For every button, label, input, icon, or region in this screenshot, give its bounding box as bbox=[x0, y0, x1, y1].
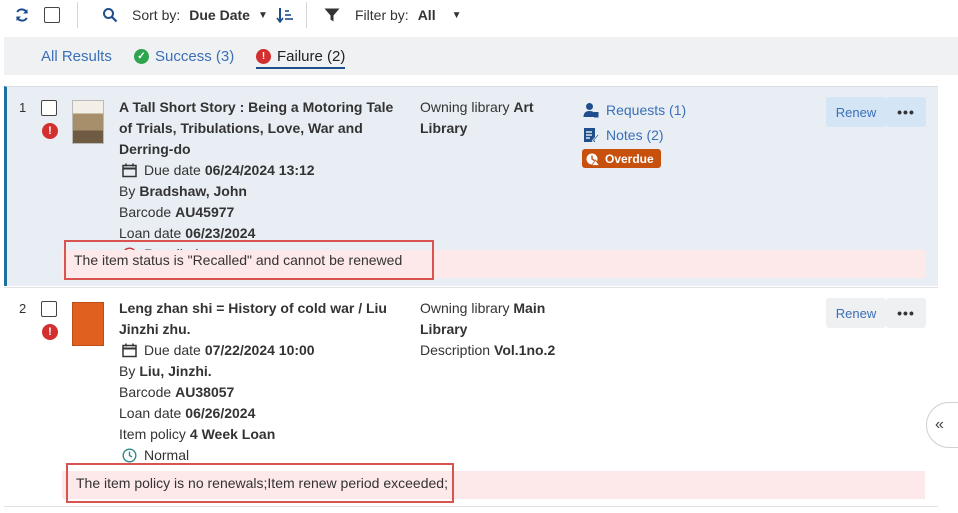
tab-label: Success (3) bbox=[155, 47, 235, 65]
tab-all-results[interactable]: All Results bbox=[41, 37, 112, 75]
barcode: Barcode AU38057 bbox=[119, 382, 409, 403]
active-tab-indicator bbox=[256, 67, 346, 69]
owning-library-label: Owning library bbox=[420, 99, 510, 115]
barcode: Barcode AU45977 bbox=[119, 202, 409, 223]
row-checkbox[interactable] bbox=[41, 100, 57, 116]
overdue-clock-icon bbox=[586, 153, 600, 166]
row-checkbox[interactable] bbox=[41, 301, 57, 317]
filter-control[interactable]: Filter by: All ▼ bbox=[324, 0, 461, 30]
due-date-label: Due date bbox=[144, 162, 201, 178]
results-toolbar: Sort by: Due Date ▼ Filter by: All ▼ bbox=[0, 0, 958, 32]
owning-library: Owning library Art Library bbox=[420, 97, 570, 139]
item-policy-label: Item policy bbox=[119, 426, 186, 442]
filter-value[interactable]: All bbox=[418, 7, 436, 23]
owning-library-label: Owning library bbox=[420, 300, 510, 316]
search-icon bbox=[103, 8, 118, 23]
owning-library: Owning library Main Library bbox=[420, 298, 570, 340]
notes-label: Notes (2) bbox=[606, 126, 664, 143]
author-value: Liu, Jinzhi. bbox=[139, 363, 212, 379]
author: By Bradshaw, John bbox=[119, 181, 409, 202]
calendar-icon bbox=[121, 343, 137, 358]
description-value: Vol.1no.2 bbox=[494, 342, 556, 358]
author-label: By bbox=[119, 363, 136, 379]
result-row[interactable]: 1 ! A Tall Short Story : Being a Motorin… bbox=[4, 86, 938, 286]
due-date: Due date 07/22/2024 10:00 bbox=[119, 340, 409, 361]
loan-date: Loan date 06/26/2024 bbox=[119, 403, 409, 424]
due-date-label: Due date bbox=[144, 342, 201, 358]
row-number: 1 bbox=[19, 100, 27, 115]
barcode-value: AU38057 bbox=[175, 384, 235, 400]
item-title[interactable]: Leng zhan shi = History of cold war / Li… bbox=[119, 298, 409, 340]
renew-error-message: The item status is "Recalled" and cannot… bbox=[64, 240, 434, 280]
author-value: Bradshaw, John bbox=[139, 183, 247, 199]
tab-label: Failure (2) bbox=[277, 47, 346, 65]
renew-button[interactable]: Renew bbox=[826, 298, 886, 328]
book-cover-thumbnail[interactable] bbox=[72, 302, 104, 346]
filter-label: Filter by: bbox=[355, 7, 409, 23]
chevron-down-icon[interactable]: ▼ bbox=[258, 10, 268, 21]
due-date: Due date 06/24/2024 13:12 bbox=[119, 160, 409, 181]
exclamation-circle-icon: ! bbox=[256, 48, 271, 64]
barcode-label: Barcode bbox=[119, 204, 172, 220]
error-icon: ! bbox=[42, 324, 58, 340]
chevron-down-icon[interactable]: ▼ bbox=[452, 10, 462, 21]
select-all-checkbox[interactable] bbox=[44, 0, 60, 30]
overdue-label: Overdue bbox=[605, 151, 654, 166]
due-date-value: 07/22/2024 10:00 bbox=[204, 342, 315, 358]
result-row[interactable]: 2 ! Leng zhan shi = History of cold war … bbox=[4, 287, 938, 507]
result-tabs: All Results ✓ Success (3) ! Failure (2) bbox=[4, 37, 958, 75]
overdue-badge: Overdue bbox=[582, 149, 661, 168]
renew-button[interactable]: Renew bbox=[826, 97, 886, 127]
tab-success[interactable]: ✓ Success (3) bbox=[134, 37, 234, 75]
refresh-icon bbox=[16, 8, 28, 22]
loan-date-value: 06/26/2024 bbox=[185, 405, 256, 421]
more-actions-button[interactable]: ••• bbox=[886, 298, 926, 328]
item-policy: Item policy 4 Week Loan bbox=[119, 424, 409, 445]
requests-label: Requests (1) bbox=[606, 101, 687, 118]
notes-icon bbox=[584, 127, 599, 142]
loan-date-label: Loan date bbox=[119, 405, 182, 421]
sort-label: Sort by: bbox=[132, 7, 181, 23]
filter-icon bbox=[324, 8, 340, 22]
clock-icon bbox=[121, 448, 137, 463]
person-request-icon bbox=[583, 102, 599, 117]
barcode-value: AU45977 bbox=[175, 204, 235, 220]
error-icon: ! bbox=[42, 123, 58, 139]
calendar-icon bbox=[121, 163, 137, 178]
row-number: 2 bbox=[19, 301, 27, 316]
sort-control[interactable]: Sort by: Due Date ▼ bbox=[102, 0, 294, 30]
author: By Liu, Jinzhi. bbox=[119, 361, 409, 382]
notes-link[interactable]: Notes (2) bbox=[582, 124, 686, 145]
item-policy-value: 4 Week Loan bbox=[189, 426, 276, 442]
sort-value[interactable]: Due Date bbox=[189, 7, 250, 23]
toolbar-divider bbox=[77, 2, 78, 28]
more-actions-button[interactable]: ••• bbox=[886, 97, 926, 127]
renew-error-message: The item policy is no renewals;Item rene… bbox=[66, 463, 454, 503]
description: Description Vol.1no.2 bbox=[420, 340, 555, 361]
requests-link[interactable]: Requests (1) bbox=[582, 99, 686, 120]
barcode-label: Barcode bbox=[119, 384, 172, 400]
tab-label: All Results bbox=[41, 47, 112, 65]
tab-failure[interactable]: ! Failure (2) bbox=[256, 37, 346, 75]
sort-direction-icon[interactable] bbox=[276, 7, 294, 23]
due-date-value: 06/24/2024 13:12 bbox=[204, 162, 315, 178]
description-label: Description bbox=[420, 342, 491, 358]
toolbar-divider bbox=[306, 2, 307, 28]
double-chevron-left-icon: « bbox=[935, 416, 944, 433]
item-title[interactable]: A Tall Short Story : Being a Motoring Ta… bbox=[119, 97, 409, 160]
author-label: By bbox=[119, 183, 136, 199]
check-circle-icon: ✓ bbox=[134, 48, 149, 64]
refresh-button[interactable] bbox=[14, 0, 30, 30]
book-cover-thumbnail[interactable] bbox=[72, 100, 104, 144]
